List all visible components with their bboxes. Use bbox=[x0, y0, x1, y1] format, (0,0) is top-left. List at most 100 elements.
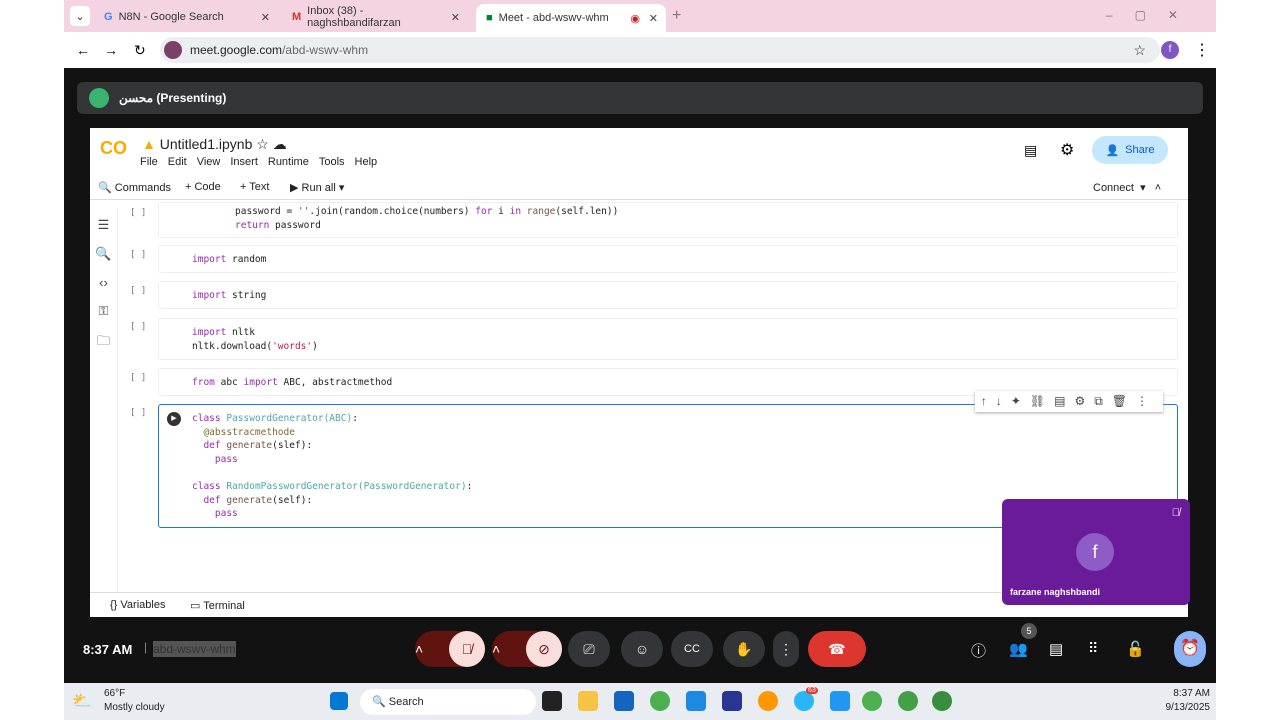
menu-file[interactable]: File bbox=[140, 156, 158, 168]
tab-meet[interactable]: ■ Meet - abd-wswv-whm ◉ ✕ bbox=[476, 4, 666, 32]
more-options-button[interactable]: ⋮ bbox=[773, 631, 799, 667]
task-view-icon[interactable] bbox=[542, 691, 562, 711]
windows-start-icon[interactable] bbox=[330, 692, 348, 710]
cell-run-bracket[interactable]: [ ] bbox=[130, 373, 146, 383]
mic-control[interactable]: ˄ 🎙̸ bbox=[415, 631, 485, 667]
chrome-icon[interactable] bbox=[650, 691, 670, 711]
menu-help[interactable]: Help bbox=[355, 156, 378, 168]
code-cell[interactable]: import random bbox=[158, 245, 1178, 273]
share-button[interactable]: 👤 Share bbox=[1092, 136, 1168, 164]
colab-logo: CO bbox=[100, 138, 127, 158]
secrets-key-icon[interactable]: ⚿ bbox=[90, 303, 117, 319]
camera-control[interactable]: ˄ ⊘ bbox=[492, 631, 562, 667]
menu-icon[interactable]: ⋮ bbox=[1194, 40, 1210, 60]
commands-button[interactable]: 🔍 Commands bbox=[98, 181, 171, 194]
menu-view[interactable]: View bbox=[197, 156, 221, 168]
code-cell[interactable]: import nltk nltk.download('words') bbox=[158, 318, 1178, 360]
camera-options-chevron[interactable]: ˄ bbox=[492, 641, 526, 657]
app-vpn-icon[interactable] bbox=[758, 691, 778, 711]
weather-text[interactable]: Mostly cloudy bbox=[104, 702, 165, 713]
vscode-icon[interactable] bbox=[686, 691, 706, 711]
variables-button[interactable]: {} Variables bbox=[110, 599, 165, 611]
telegram-icon[interactable] bbox=[794, 691, 814, 711]
leave-call-button[interactable]: ☎ bbox=[808, 631, 866, 667]
mic-off-icon[interactable]: 🎙̸ bbox=[449, 631, 485, 667]
defender-icon[interactable] bbox=[830, 691, 850, 711]
forward-icon[interactable]: → bbox=[104, 42, 118, 58]
run-all-button[interactable]: ▶ Run all ▾ bbox=[290, 181, 344, 194]
new-tab-button[interactable]: + bbox=[672, 7, 681, 25]
chat-icon[interactable]: ▤ bbox=[1049, 640, 1063, 658]
cell-run-bracket[interactable]: [ ] bbox=[130, 250, 146, 260]
run-cell-button[interactable]: ▶ bbox=[167, 412, 181, 426]
gmail-icon: M bbox=[292, 11, 302, 23]
self-video-tile[interactable]: 🎙̸ f farzane naghshbandi bbox=[1002, 499, 1190, 605]
url-input[interactable]: meet.google.com/abd-wswv-whm ☆ bbox=[160, 37, 1160, 63]
menu-edit[interactable]: Edit bbox=[168, 156, 187, 168]
cell-toolbar[interactable]: ↑↓✦⛓▤⚙⧉🗑⋮ bbox=[974, 391, 1163, 412]
cell-run-bracket[interactable]: [ ] bbox=[130, 286, 146, 296]
notebook-title[interactable]: ▲ Untitled1.ipynb ☆ ☁ bbox=[142, 136, 287, 153]
camera-off-icon[interactable]: ⊘ bbox=[526, 631, 562, 667]
activities-icon[interactable]: ⠿ bbox=[1088, 640, 1098, 657]
cell-run-bracket[interactable]: [ ] bbox=[130, 208, 146, 218]
title-text: Untitled1.ipynb bbox=[159, 136, 253, 152]
files-folder-icon[interactable]: 🗀 bbox=[90, 332, 117, 354]
add-code-button[interactable]: + Code bbox=[185, 181, 221, 193]
code-cell[interactable]: password = ''.join(random.choice(numbers… bbox=[158, 202, 1178, 238]
address-bar: ← → ↻ meet.google.com/abd-wswv-whm ☆ f ⋮ bbox=[64, 32, 1216, 68]
chrome-profile-icon[interactable] bbox=[862, 691, 882, 711]
google-icon: G bbox=[104, 11, 113, 23]
people-icon[interactable]: 👥 bbox=[1009, 640, 1028, 658]
cell-run-bracket[interactable]: [ ] bbox=[130, 322, 146, 332]
find-icon[interactable]: 🔍 bbox=[90, 246, 117, 262]
clock-time[interactable]: 8:37 AM bbox=[1173, 688, 1210, 699]
emoji-reaction-button[interactable]: ☺ bbox=[621, 631, 663, 667]
colab-sidebar: ☰ 🔍 ‹› ⚿ 🗀 bbox=[90, 208, 118, 593]
captions-button[interactable]: CC bbox=[671, 631, 713, 667]
timer-icon[interactable]: ⏰ bbox=[1174, 631, 1206, 667]
menu-tools[interactable]: Tools bbox=[319, 156, 345, 168]
reload-icon[interactable]: ↻ bbox=[134, 42, 146, 59]
microphone-icon bbox=[164, 41, 182, 59]
participants-count-badge: 5 bbox=[1021, 623, 1037, 639]
chrome-profile-icon[interactable] bbox=[898, 691, 918, 711]
close-icon[interactable]: ✕ bbox=[451, 11, 460, 24]
meeting-info-icon[interactable]: ⓘ bbox=[971, 640, 986, 661]
weather-temp[interactable]: 66°F bbox=[104, 688, 125, 699]
mic-options-chevron[interactable]: ˄ bbox=[415, 641, 449, 657]
file-explorer-icon[interactable] bbox=[578, 691, 598, 711]
clock-date[interactable]: 9/13/2025 bbox=[1166, 702, 1211, 713]
tab-search-button[interactable]: ⌄ bbox=[70, 6, 90, 26]
bookmark-star-icon[interactable]: ☆ bbox=[1133, 42, 1146, 59]
raise-hand-button[interactable]: ✋ bbox=[723, 631, 765, 667]
toc-icon[interactable]: ☰ bbox=[90, 217, 117, 233]
presenter-bar: محسن (Presenting) bbox=[77, 82, 1203, 114]
menu-insert[interactable]: Insert bbox=[230, 156, 258, 168]
terminal-button[interactable]: ▭ Terminal bbox=[190, 599, 245, 612]
settings-icon[interactable]: ⚙ bbox=[1060, 140, 1074, 160]
close-icon[interactable]: ✕ bbox=[649, 12, 658, 25]
profile-avatar[interactable]: f bbox=[1161, 41, 1179, 59]
comments-icon[interactable]: ▤ bbox=[1024, 142, 1037, 159]
add-text-button[interactable]: + Text bbox=[240, 181, 269, 193]
code-snippets-icon[interactable]: ‹› bbox=[90, 275, 117, 290]
tab-gmail[interactable]: M Inbox (38) - naghshbandifarzan ✕ bbox=[282, 4, 468, 30]
menu-runtime[interactable]: Runtime bbox=[268, 156, 309, 168]
cell-run-bracket[interactable]: [ ] bbox=[130, 408, 146, 418]
url-path: /abd-wswv-whm bbox=[282, 43, 369, 57]
taskbar-search[interactable]: 🔍 Search bbox=[360, 689, 536, 715]
star-icon[interactable]: ☆ bbox=[256, 136, 269, 152]
store-icon[interactable] bbox=[614, 691, 634, 711]
app-g-icon[interactable] bbox=[722, 691, 742, 711]
back-icon[interactable]: ← bbox=[76, 42, 90, 58]
present-screen-button[interactable]: ⎚ bbox=[568, 631, 610, 667]
tab-google-search[interactable]: G N8N - Google Search ✕ bbox=[94, 4, 278, 30]
host-controls-lock-icon[interactable]: 🔓 bbox=[1126, 640, 1145, 658]
connect-button[interactable]: Connect ▾ ˄ bbox=[1093, 181, 1161, 194]
chrome-profile-icon[interactable] bbox=[932, 691, 952, 711]
window-controls[interactable]: –▢✕ bbox=[1106, 8, 1200, 22]
tab-label: Meet - abd-wswv-whm bbox=[498, 12, 609, 24]
close-icon[interactable]: ✕ bbox=[261, 11, 270, 24]
code-cell[interactable]: import string bbox=[158, 281, 1178, 309]
